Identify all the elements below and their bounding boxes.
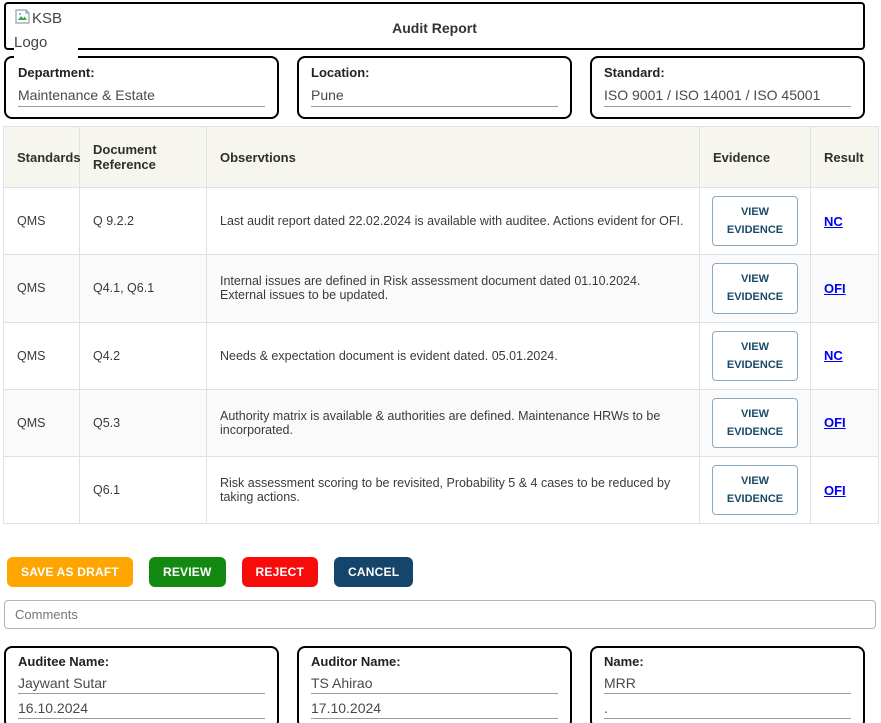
cell-standard: QMS: [4, 322, 80, 389]
table-header-row: Standards Document Reference Observtions…: [4, 127, 879, 188]
info-field-box: Standard: ISO 9001 / ISO 14001 / ISO 450…: [590, 56, 865, 119]
info-field-input[interactable]: ISO 9001 / ISO 14001 / ISO 45001: [604, 87, 851, 107]
info-field-label: Standard:: [604, 65, 851, 80]
result-link[interactable]: NC: [824, 214, 843, 229]
page-title: Audit Report: [6, 20, 863, 36]
cell-observation: Risk assessment scoring to be revisited,…: [207, 457, 700, 524]
view-evidence-button[interactable]: VIEW EVIDENCE: [712, 465, 798, 515]
header-result: Result: [811, 127, 879, 188]
action-button[interactable]: REVIEW: [149, 557, 226, 587]
cell-standard: QMS: [4, 188, 80, 255]
comments-input[interactable]: [4, 600, 876, 629]
header-standards: Standards: [4, 127, 80, 188]
table-row: QMS Q4.2 Needs & expectation document is…: [4, 322, 879, 389]
signature-label: Auditor Name:: [311, 654, 558, 669]
cell-evidence: VIEW EVIDENCE: [700, 457, 811, 524]
cell-result: NC: [811, 188, 879, 255]
result-link[interactable]: OFI: [824, 483, 846, 498]
info-field-label: Department:: [18, 65, 265, 80]
action-button[interactable]: SAVE AS DRAFT: [7, 557, 133, 587]
cell-evidence: VIEW EVIDENCE: [700, 188, 811, 255]
info-field-label: Location:: [311, 65, 558, 80]
info-fields-row: Department: Maintenance & Estate Locatio…: [4, 56, 865, 119]
info-field-input[interactable]: Maintenance & Estate: [18, 87, 265, 107]
cell-document-reference: Q 9.2.2: [80, 188, 207, 255]
cell-observation: Authority matrix is available & authorit…: [207, 389, 700, 456]
cell-result: NC: [811, 322, 879, 389]
view-evidence-button[interactable]: VIEW EVIDENCE: [712, 196, 798, 246]
cell-standard: QMS: [4, 389, 80, 456]
info-field-box: Location: Pune: [297, 56, 572, 119]
header-document-reference: Document Reference: [80, 127, 207, 188]
action-button[interactable]: REJECT: [242, 557, 319, 587]
view-evidence-button[interactable]: VIEW EVIDENCE: [712, 331, 798, 381]
result-link[interactable]: OFI: [824, 415, 846, 430]
signature-name-input[interactable]: Jaywant Sutar: [18, 675, 265, 694]
cell-result: OFI: [811, 389, 879, 456]
view-evidence-button[interactable]: VIEW EVIDENCE: [712, 398, 798, 448]
signature-box: Name: MRR .: [590, 646, 865, 723]
signature-name-input[interactable]: TS Ahirao: [311, 675, 558, 694]
signature-date-input[interactable]: 16.10.2024: [18, 700, 265, 719]
cell-evidence: VIEW EVIDENCE: [700, 389, 811, 456]
table-row: Q6.1 Risk assessment scoring to be revis…: [4, 457, 879, 524]
table-row: QMS Q4.1, Q6.1 Internal issues are defin…: [4, 255, 879, 322]
view-evidence-button[interactable]: VIEW EVIDENCE: [712, 263, 798, 313]
report-header: KSB Logo Audit Report: [4, 2, 865, 50]
table-row: QMS Q 9.2.2 Last audit report dated 22.0…: [4, 188, 879, 255]
cell-standard: [4, 457, 80, 524]
action-button[interactable]: CANCEL: [334, 557, 413, 587]
signature-name-input[interactable]: MRR: [604, 675, 851, 694]
header-observations: Observtions: [207, 127, 700, 188]
result-link[interactable]: NC: [824, 348, 843, 363]
cell-document-reference: Q6.1: [80, 457, 207, 524]
cell-result: OFI: [811, 457, 879, 524]
cell-document-reference: Q5.3: [80, 389, 207, 456]
cell-document-reference: Q4.2: [80, 322, 207, 389]
info-field-input[interactable]: Pune: [311, 87, 558, 107]
signature-label: Auditee Name:: [18, 654, 265, 669]
cell-result: OFI: [811, 255, 879, 322]
table-row: QMS Q5.3 Authority matrix is available &…: [4, 389, 879, 456]
cell-observation: Internal issues are defined in Risk asse…: [207, 255, 700, 322]
header-evidence: Evidence: [700, 127, 811, 188]
signature-date-input[interactable]: .: [604, 700, 851, 719]
signature-row: Auditee Name: Jaywant Sutar 16.10.2024 A…: [4, 646, 865, 723]
signature-box: Auditee Name: Jaywant Sutar 16.10.2024: [4, 646, 279, 723]
result-link[interactable]: OFI: [824, 281, 846, 296]
cell-evidence: VIEW EVIDENCE: [700, 255, 811, 322]
cell-observation: Needs & expectation document is evident …: [207, 322, 700, 389]
cell-standard: QMS: [4, 255, 80, 322]
cell-evidence: VIEW EVIDENCE: [700, 322, 811, 389]
audit-observations-table: Standards Document Reference Observtions…: [3, 126, 879, 524]
signature-date-input[interactable]: 17.10.2024: [311, 700, 558, 719]
signature-box: Auditor Name: TS Ahirao 17.10.2024: [297, 646, 572, 723]
actions-row: SAVE AS DRAFT REVIEW REJECT CANCEL: [7, 557, 881, 587]
ksb-logo-broken-image: KSB Logo: [14, 8, 78, 66]
cell-observation: Last audit report dated 22.02.2024 is av…: [207, 188, 700, 255]
signature-label: Name:: [604, 654, 851, 669]
broken-image-icon: [14, 8, 31, 32]
cell-document-reference: Q4.1, Q6.1: [80, 255, 207, 322]
